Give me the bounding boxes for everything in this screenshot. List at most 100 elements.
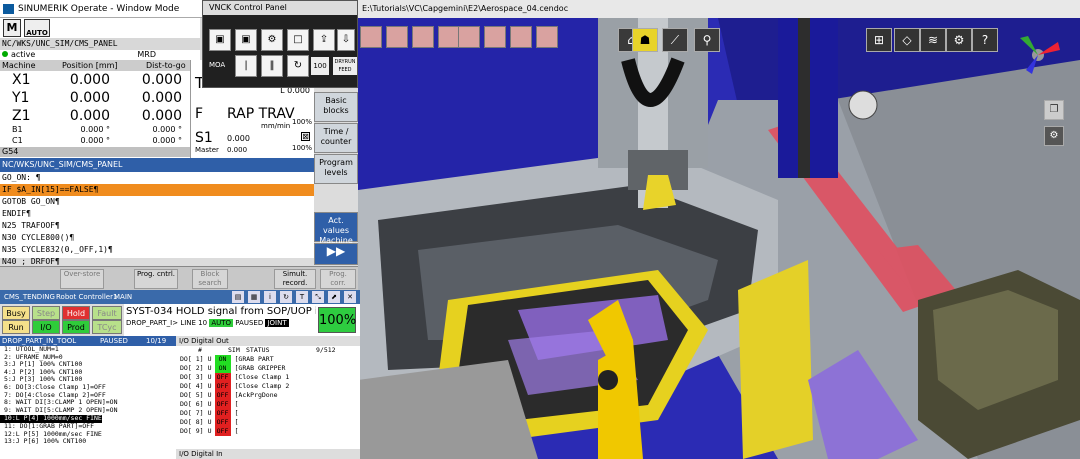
toolbar-btn-7[interactable] [510,26,532,48]
vnck-save2-icon[interactable]: ▣ [235,29,257,51]
tab-cms-tending[interactable]: CMS_TENDING [4,290,55,304]
tool-icon[interactable]: ⚲ [694,28,720,52]
dryrun-button[interactable]: DRYRUN FEED [333,57,357,75]
io-row[interactable]: DO[1] U ON [GRAB PART [176,355,360,364]
io-out-header: I/O Digital Out [176,336,360,346]
vnck-save-icon[interactable]: ▣ [209,29,231,51]
io-sim: U [207,373,212,381]
joint-badge: JOINT [265,319,289,327]
machine-mode-icon[interactable]: M [3,19,21,37]
3d-viewer[interactable]: E:\Tutorials\VC\Capgemini\E2\Aerospace_0… [358,0,1080,459]
io-row[interactable]: DO[4] U OFF [Close Clamp 2 [176,382,360,391]
chart-icon[interactable]: ⟋ [662,28,688,52]
tab-main[interactable]: MAIN [114,290,132,304]
vnck-export-icon[interactable]: ⇪ [313,29,335,51]
vnck-stop-icon[interactable]: □ [287,29,309,51]
close-icon[interactable]: ✕ [344,291,356,303]
expand-icon[interactable]: ⬈ [328,291,340,303]
settings-small-icon[interactable]: ⚙ [1044,126,1064,146]
grid-icon[interactable]: ⊞ [866,28,892,52]
program-editor[interactable]: GO_ON: ¶ IF $A_IN[15]==FALSE¶ GOTOB GO_O… [0,172,314,266]
io-row[interactable]: DO[2] U ON [GRAB GRIPPER [176,364,360,373]
vnck-hold-icon[interactable]: ‖ [261,55,283,77]
override-value[interactable]: 100 [311,57,329,75]
io-status[interactable]: ON [214,364,231,373]
gear-icon[interactable]: ⚙ [946,28,972,52]
program-line[interactable]: N25 TRAFOOF¶ [0,220,314,232]
help-icon[interactable]: ? [972,28,998,52]
io-row[interactable]: DO[8] U OFF[ [176,418,360,427]
menu-icon[interactable]: ▤ [232,291,244,303]
resize-icon[interactable]: ⤡ [312,291,324,303]
program-line-current[interactable]: IF $A_IN[15]==FALSE¶ [0,184,314,196]
io-status[interactable]: ON [214,355,231,364]
io-row[interactable]: DO[9] U OFF[ [176,427,360,436]
tab-robot-controller[interactable]: Robot Controller1 [56,290,117,304]
vnck-cycle-icon[interactable]: ↻ [287,55,309,77]
axis-row: Y1 0.000 0.000 [0,89,190,107]
tp-program-listing[interactable]: 1: UTOOL_NUM=1 2: UFRAME_NUM=0 3:J P[1] … [0,345,176,459]
softkey-program-levels[interactable]: Program levels [314,154,358,184]
robot-icon[interactable]: ☗ [632,28,658,52]
toolbar-btn-8[interactable] [536,26,558,48]
io-name: [ [234,418,239,426]
softkey-act-values[interactable]: Act. values Machine [314,212,358,245]
layers-icon[interactable]: ≋ [920,28,946,52]
grid-small-icon[interactable]: ▦ [248,291,260,303]
toolbar-btn-5[interactable] [458,26,480,48]
status-prod: Prod [62,320,90,334]
refresh-icon[interactable]: ↻ [280,291,292,303]
io-row[interactable]: DO[6] U OFF[ [176,400,360,409]
toolbar-btn-3[interactable] [412,26,434,48]
io-status[interactable]: OFF [214,382,231,391]
vnck-settings-icon[interactable]: ⚙ [261,29,283,51]
tp-line[interactable]: 13:J P[6] 100% CNT100 [0,438,176,446]
program-line[interactable]: ENDIF¶ [0,208,314,220]
io-status[interactable]: OFF [214,391,231,400]
io-header-row: # SIM STATUS 9/512 [176,346,360,355]
softkey-time-counter[interactable]: Time / counter [314,123,358,153]
cube-icon[interactable]: ◇ [894,28,920,52]
io-row[interactable]: DO[3] U OFF [Close Clamp 1 [176,373,360,382]
io-row[interactable]: DO[7] U OFF[ [176,409,360,418]
axis-row-small: B1 0.000 ° 0.000 ° [0,125,190,136]
vnck-import-icon[interactable]: ⇩ [337,29,355,51]
axis-pos: 0.000 [69,108,110,124]
status-hold: Hold [62,306,90,320]
io-status[interactable]: OFF [214,400,231,409]
io-status[interactable]: OFF [214,409,231,418]
softkey-basic-blocks[interactable]: Basic blocks [314,92,358,122]
io-row[interactable]: DO[5] U OFF [AckPrgDone [176,391,360,400]
io-col-range: 9/512 [316,346,336,354]
softkey-simult-record[interactable]: Simult. record. [274,269,316,289]
softkey-prog-corr[interactable]: Prog. corr. [320,269,356,289]
next-arrow-icon[interactable]: ▶▶ [314,243,358,265]
ip-icon[interactable]: i [264,291,276,303]
toolbar-btn-2[interactable] [386,26,408,48]
io-status[interactable]: OFF [214,373,231,382]
vnck-pause-icon[interactable]: | [235,55,257,77]
io-num: 3] [195,373,204,381]
axis-pos: 0.000 ° [80,125,110,134]
program-line[interactable]: N35 CYCLE832(0,_OFF,1)¶ [0,244,314,256]
desktop: E:\Tutorials\VC\Capgemini\E2\Aerospace_0… [0,0,1080,459]
io-status[interactable]: OFF [214,427,231,436]
program-line[interactable]: GO_ON: ¶ [0,172,314,184]
program-line[interactable]: N40 ; DRFOF¶ [0,256,314,266]
copy-icon[interactable]: ❐ [1044,100,1064,120]
program-line[interactable]: GOTOB GO_ON¶ [0,196,314,208]
softkey-prog-cntrl[interactable]: Prog. cntrl. [134,269,178,289]
softkey-block-search[interactable]: Block search [192,269,228,289]
tp-line[interactable]: 9: WAIT DI[5:CLAMP 2 OPEN]=ON [0,406,176,415]
auto-button[interactable]: AUTO [24,19,50,37]
master-percent: 100% [291,144,312,152]
io-digital-out[interactable]: # SIM STATUS 9/512 DO[1] U ON [GRAB PART DO[… [176,346,360,449]
toolbar-btn-1[interactable] [360,26,382,48]
3d-scene[interactable] [358,0,1080,459]
toolbar-btn-4[interactable] [438,26,460,48]
toolbar-btn-6[interactable] [484,26,506,48]
tool-small-icon[interactable]: T [296,291,308,303]
io-status[interactable]: OFF [214,418,231,427]
softkey-overstore[interactable]: Over-store [60,269,104,289]
program-line[interactable]: N30 CYCLE800()¶ [0,232,314,244]
